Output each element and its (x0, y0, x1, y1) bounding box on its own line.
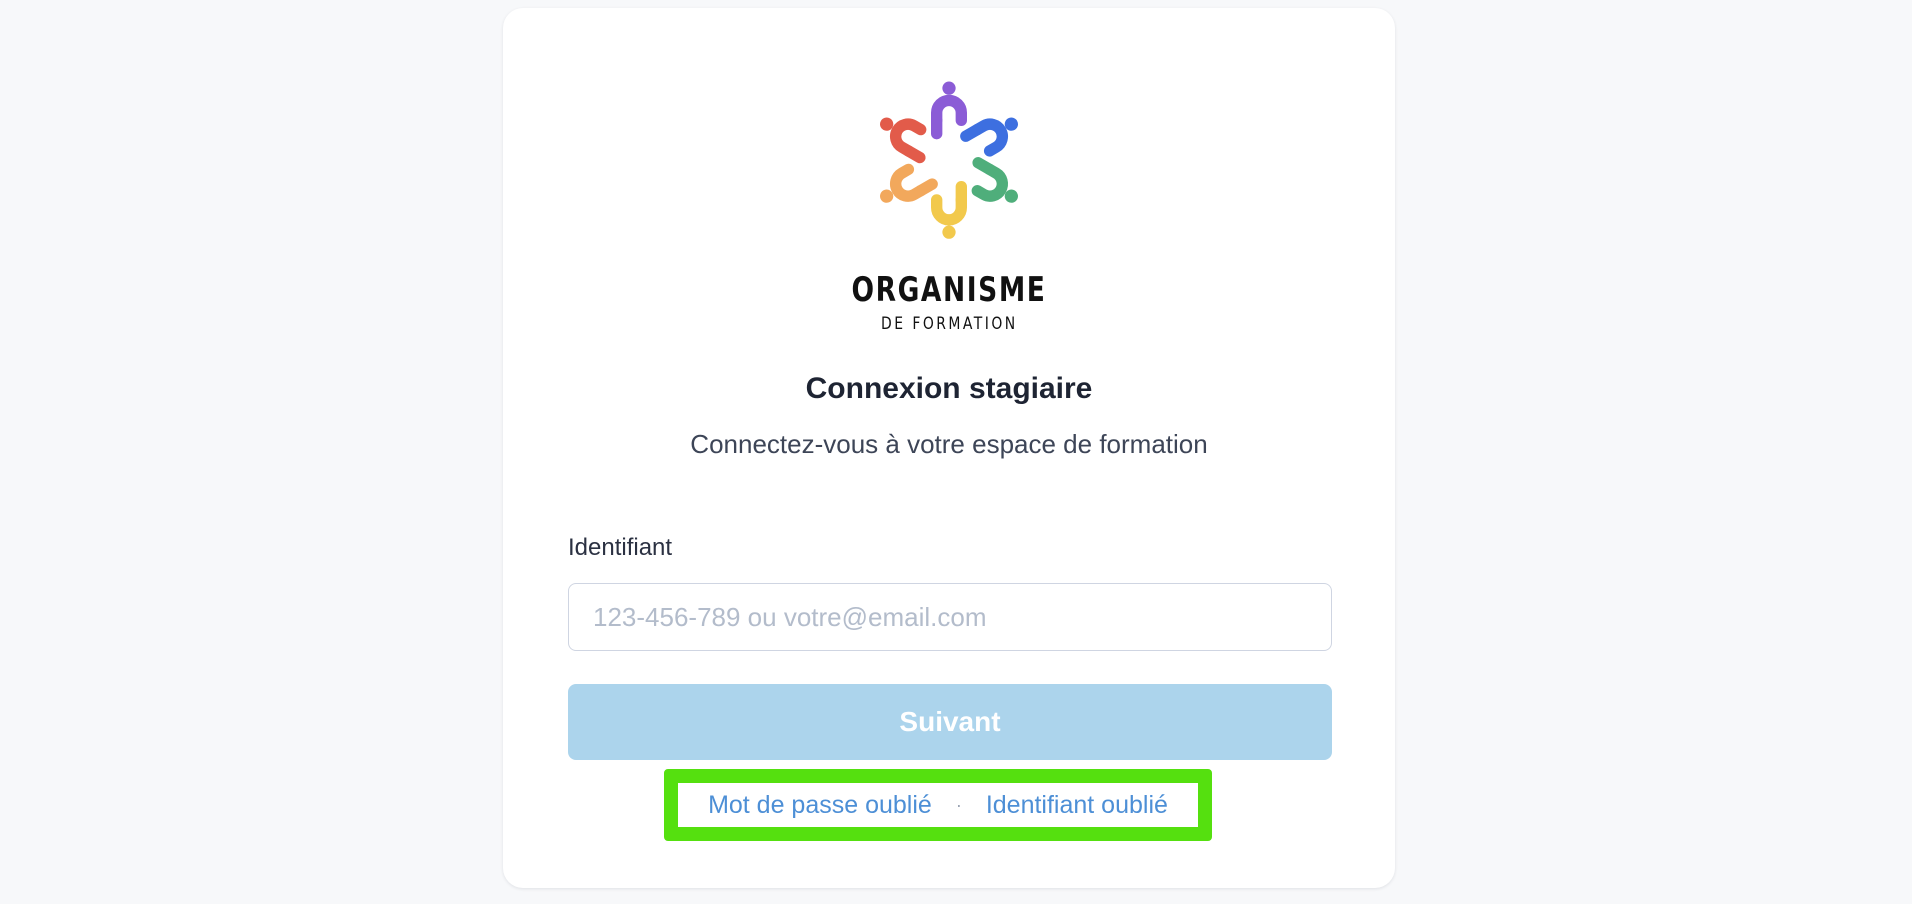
people-circle-logo-icon (880, 81, 1018, 239)
page-title: Connexion stagiaire (805, 372, 1093, 405)
next-button[interactable]: Suivant (568, 684, 1332, 760)
forgot-password-link[interactable]: Mot de passe oublié (708, 791, 932, 820)
page-subtitle: Connectez-vous à votre espace de formati… (690, 429, 1208, 459)
brand-subtitle: DE FORMATION (880, 314, 1018, 334)
identifier-label: Identifiant (568, 534, 673, 561)
link-separator: · (955, 794, 962, 815)
forgot-identifier-link[interactable]: Identifiant oublié (986, 791, 1168, 820)
recovery-links: Mot de passe oublié · Identifiant oublié (664, 769, 1212, 841)
identifier-input[interactable] (568, 583, 1332, 651)
login-card: ORGANISME DE FORMATION Connexion stagiai… (503, 8, 1395, 888)
brand-logo: ORGANISME DE FORMATION (503, 70, 1395, 334)
brand-name: ORGANISME (851, 270, 1047, 310)
